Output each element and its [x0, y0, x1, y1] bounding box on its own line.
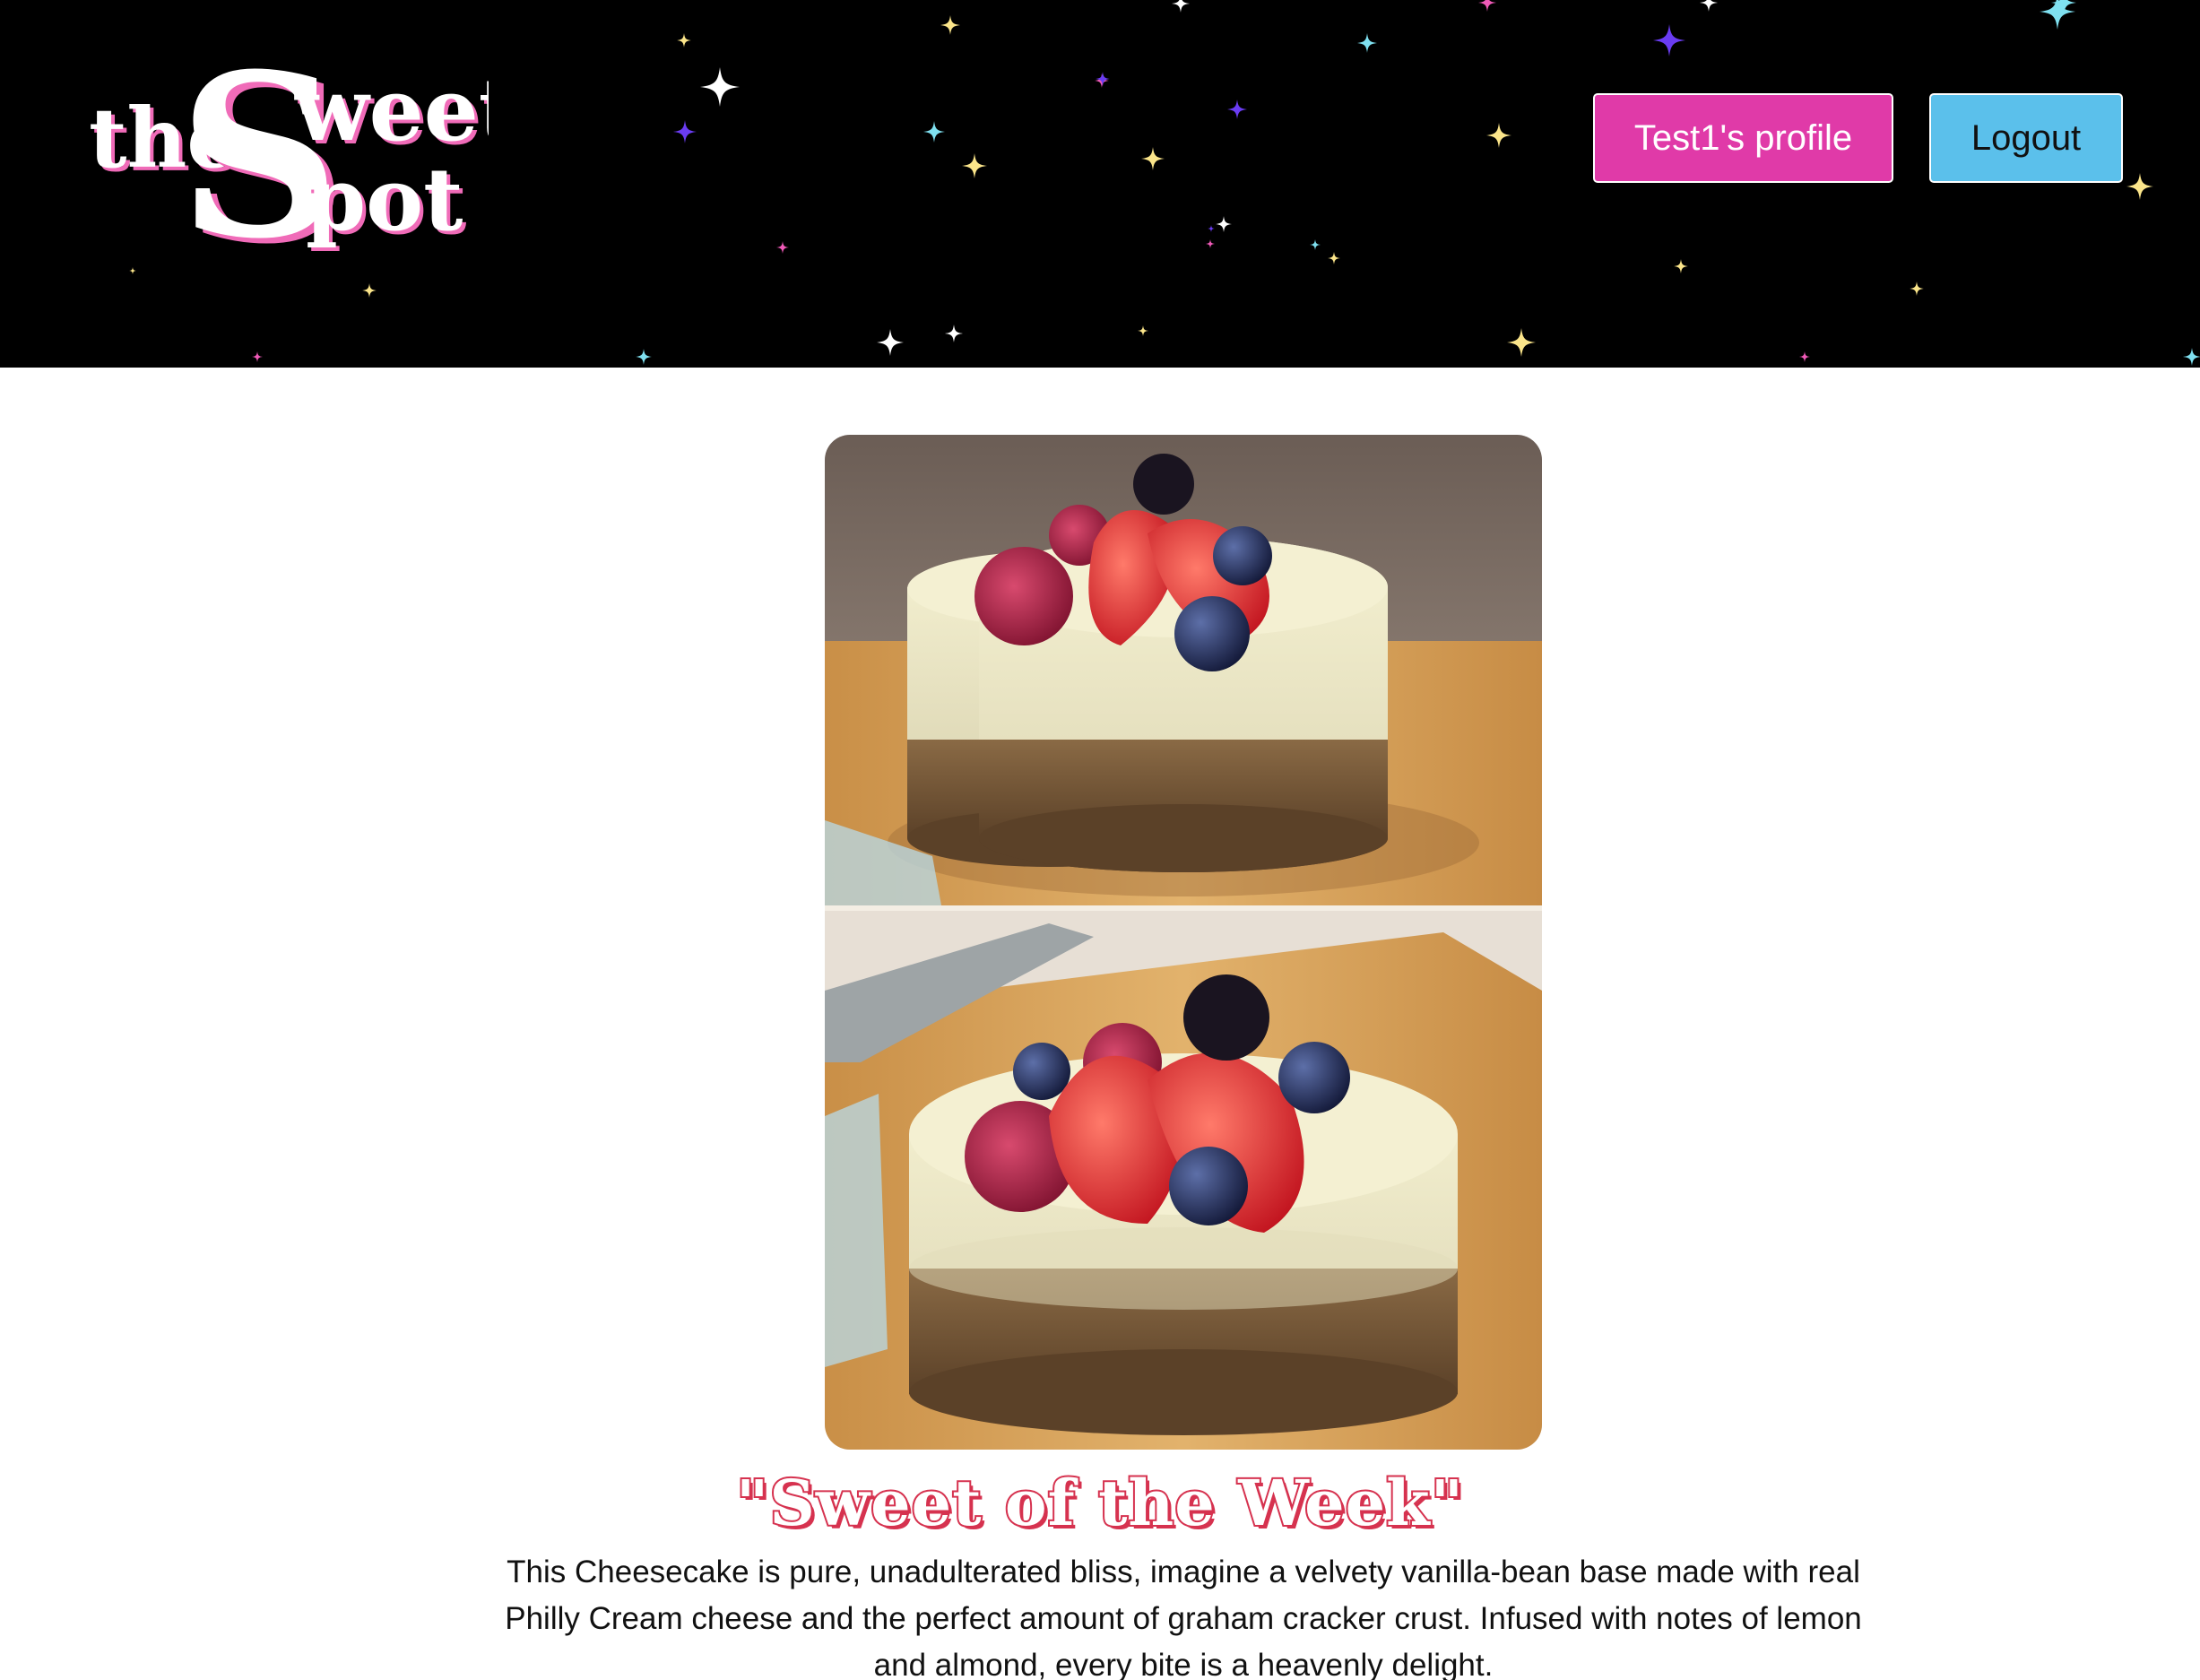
sweet-description: This Cheesecake is pure, unadulterated b…	[505, 1554, 1862, 1680]
logo-text-pot: pot	[306, 149, 463, 250]
sparkle-star-32	[1799, 351, 1810, 362]
sparkle-star-16	[2126, 173, 2153, 200]
cheesecake-collage-image	[825, 435, 1542, 1450]
sparkle-star-21	[1138, 325, 1148, 336]
sparkle-star-4	[962, 153, 987, 178]
sparkle-star-1	[673, 120, 697, 143]
logo-text-weet: weet	[294, 59, 489, 160]
sparkle-star-25	[776, 241, 789, 254]
site-header: the the S S weet weet pot pot Test1's pr…	[0, 0, 2200, 368]
sparkle-star-3	[923, 121, 945, 143]
sparkle-star-23	[1328, 252, 1340, 264]
sparkle-star-5	[940, 15, 960, 35]
sparkle-star-11	[1486, 123, 1511, 148]
sparkle-star-2	[677, 33, 691, 48]
sparkle-star-10	[1357, 33, 1377, 53]
sparkle-star-20	[945, 325, 963, 342]
sparkle-star-34	[1172, 0, 1190, 13]
sparkle-star-26	[362, 283, 377, 298]
sweet-of-the-week-heading: "Sweet of the Week"	[734, 1464, 1465, 1542]
sparkle-star-22	[1310, 239, 1321, 250]
sparkle-star-27	[636, 349, 652, 365]
sparkle-star-30	[1096, 72, 1110, 86]
sparkle-star-9	[1216, 216, 1232, 232]
sparkle-star-19	[877, 329, 904, 356]
sparkle-star-33	[1478, 0, 1496, 12]
sparkle-star-28	[252, 351, 263, 362]
sparkle-star-37	[129, 267, 136, 274]
sparkle-star-0	[700, 67, 740, 107]
sparkle-star-12	[1653, 24, 1685, 56]
sweet-spot-logo[interactable]: the the S S weet weet pot pot	[85, 18, 489, 260]
logout-button[interactable]: Logout	[1929, 93, 2123, 183]
sparkle-star-13	[1507, 328, 1536, 357]
featured-cheesecake-photo	[825, 435, 1542, 1450]
sparkle-star-35	[1700, 0, 1718, 12]
sparkle-star-18	[1910, 281, 1924, 296]
main-content: "Sweet of the Week" This Cheesecake is p…	[0, 368, 2200, 1680]
sparkle-star-24	[1206, 239, 1215, 248]
sparkle-star-29	[1208, 225, 1215, 232]
sparkle-star-31	[2183, 348, 2200, 366]
sparkle-star-8	[1227, 100, 1247, 119]
sparkle-star-17	[1674, 259, 1688, 273]
sparkle-star-7	[1141, 147, 1165, 170]
profile-button[interactable]: Test1's profile	[1593, 93, 1893, 183]
sparkle-star-15	[2040, 0, 2075, 30]
